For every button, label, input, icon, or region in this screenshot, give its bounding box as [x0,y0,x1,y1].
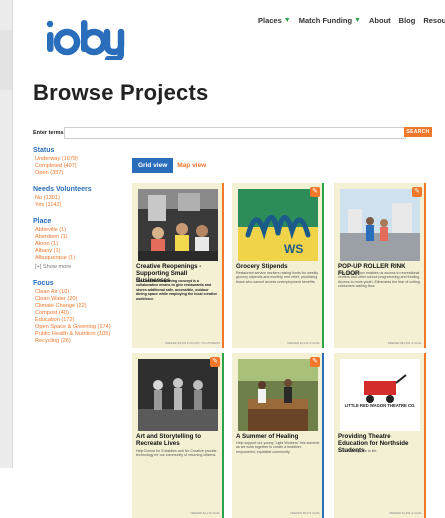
nav-label: Blog [398,16,416,25]
project-photo-storytelling [138,359,218,431]
project-card[interactable]: WS ✎ Grocery Stipends Restaurant service… [232,183,324,348]
card-footer: NEEDED $1,174 GOAL [190,511,220,515]
card-title[interactable]: A Summer of Healing [236,433,320,440]
card-description: Restaurant service workers raising funds… [236,271,319,284]
nav-label: Resources [423,16,445,25]
facet-needs-volunteers: Needs Volunteers No (1301) Yes (1142) [33,186,118,209]
left-sidebar-strip [0,0,13,468]
card-description: The Creative Reopening concept is a coll… [136,279,218,301]
card-description: Theatre brings life to life. [338,449,378,453]
card-footer: NEEDED $81,404 of GOAL [387,341,422,345]
facet-option[interactable]: Clean Water (20) [33,296,118,303]
nav-label: Match Funding [298,16,353,25]
project-photo-garden [238,359,318,431]
wagon-logo-text: LITTLE RED WAGON THEATRE CO. [344,403,416,408]
nav-blog[interactable]: Blog [399,16,416,25]
search-input[interactable] [64,127,406,139]
show-more-link[interactable]: [+] Show more [33,264,118,271]
facet-option[interactable]: Open Space & Greening (174) [33,324,118,331]
facet-title: Needs Volunteers [33,186,92,193]
map-view-link[interactable]: Map view [177,162,206,169]
card-footer: NEEDED $1,256 of GOAL [389,511,422,515]
card-footer: NEEDED $4,034 FOLLOW | VOLUNTEERS [165,341,220,345]
facet-option[interactable]: Akron (1) [33,241,118,248]
card-footer: NEEDED $5,071 GOAL [290,511,320,515]
facet-option[interactable]: Recycling (26) [33,338,118,345]
facet-option[interactable]: Clean Air (10) [33,289,118,296]
facet-title: Focus [33,280,54,287]
search-label: Enter terms [33,130,64,136]
card-stripe [322,183,324,348]
facet-option[interactable]: Aberdeen (1) [33,234,118,241]
card-title[interactable]: Grocery Stipends [236,263,320,270]
facet-title: Status [33,147,55,154]
facet-focus: Focus Clean Air (10) Clean Water (20) Cl… [33,280,118,345]
facet-option[interactable]: Albany (1) [33,248,118,255]
facet-option[interactable]: Education (172) [33,317,118,324]
facet-option[interactable]: Yes (1142) [33,202,118,209]
card-stripe [222,183,224,348]
sidebar-tab [0,30,12,90]
nav-places[interactable]: Places ▼ [258,16,291,25]
edit-icon[interactable]: ✎ [412,187,422,197]
page-title: Browse Projects [33,80,209,105]
ioby-logo[interactable] [45,18,131,60]
edit-icon[interactable]: ✎ [210,357,220,367]
nav-label: Places [258,16,282,25]
facet-option[interactable]: No (1301) [33,195,118,202]
facet-sidebar: Status Underway (1679) Completed (407) O… [33,147,118,354]
facet-option[interactable]: Open (357) [33,170,118,177]
edit-icon[interactable]: ✎ [310,187,320,197]
project-photo-roller-rink [340,189,420,261]
facet-option[interactable]: Completed (407) [33,163,118,170]
caret-down-icon: ▼ [283,17,291,24]
search-button[interactable]: SEARCH [404,127,432,137]
facet-option[interactable]: Compost (40) [33,310,118,317]
nav-resources[interactable]: Resources [423,16,445,25]
main-nav: Places▼ Match Funding▼ About Blog Resour… [258,16,445,25]
nav-about[interactable]: About [369,16,391,25]
facet-option[interactable]: Underway (1679) [33,156,118,163]
grid-view-button[interactable]: Grid view [132,158,174,173]
view-toggle: Grid view Map view [132,158,206,173]
facet-place: Place Abbeville (1) Aberdeen (1) Akron (… [33,218,118,271]
card-stripe [222,353,224,518]
project-logo-wagon [340,359,420,431]
edit-icon[interactable]: ✎ [310,357,320,367]
facet-option[interactable]: Climate Change (22) [33,303,118,310]
nav-label: About [368,16,391,25]
project-card[interactable]: LITTLE RED WAGON THEATRE CO. Providing T… [334,353,426,518]
svg-text:WS: WS [284,242,303,256]
card-stripe [424,353,426,518]
facet-status: Status Underway (1679) Completed (407) O… [33,147,118,177]
card-description: Help Donna for Subsidies and No Creative… [136,449,217,458]
project-card[interactable]: ✎ POP-UP ROLLER RINK FLOOR This pop-up f… [334,183,426,348]
project-card[interactable]: ✎ A Summer of Healing Help support our y… [232,353,324,518]
project-illustration-hands: WS [238,189,318,261]
project-card[interactable]: Creative Reopenings - Supporting Small B… [132,183,224,348]
project-card[interactable]: ✎ Art and Storytelling to Recreate Lives… [132,353,224,518]
card-footer: NEEDED $2,029 of GOAL [287,341,320,345]
card-description: This pop-up floor enables us access to r… [338,271,421,289]
nav-match-funding[interactable]: Match Funding ▼ [299,16,361,25]
facet-option[interactable]: Albuquerque (1) [33,255,118,262]
facet-title: Place [33,218,52,225]
facet-option[interactable]: Abbeville (1) [33,227,118,234]
card-stripe [424,183,426,348]
project-photo-restaurant [138,189,218,261]
card-description: Help support our young "Light Workers" t… [236,441,320,454]
facet-option[interactable]: Public Health & Nutrition (105) [33,331,118,338]
caret-down-icon: ▼ [354,17,361,24]
card-title[interactable]: Art and Storytelling to Recreate Lives [136,433,220,447]
card-stripe [322,353,324,518]
